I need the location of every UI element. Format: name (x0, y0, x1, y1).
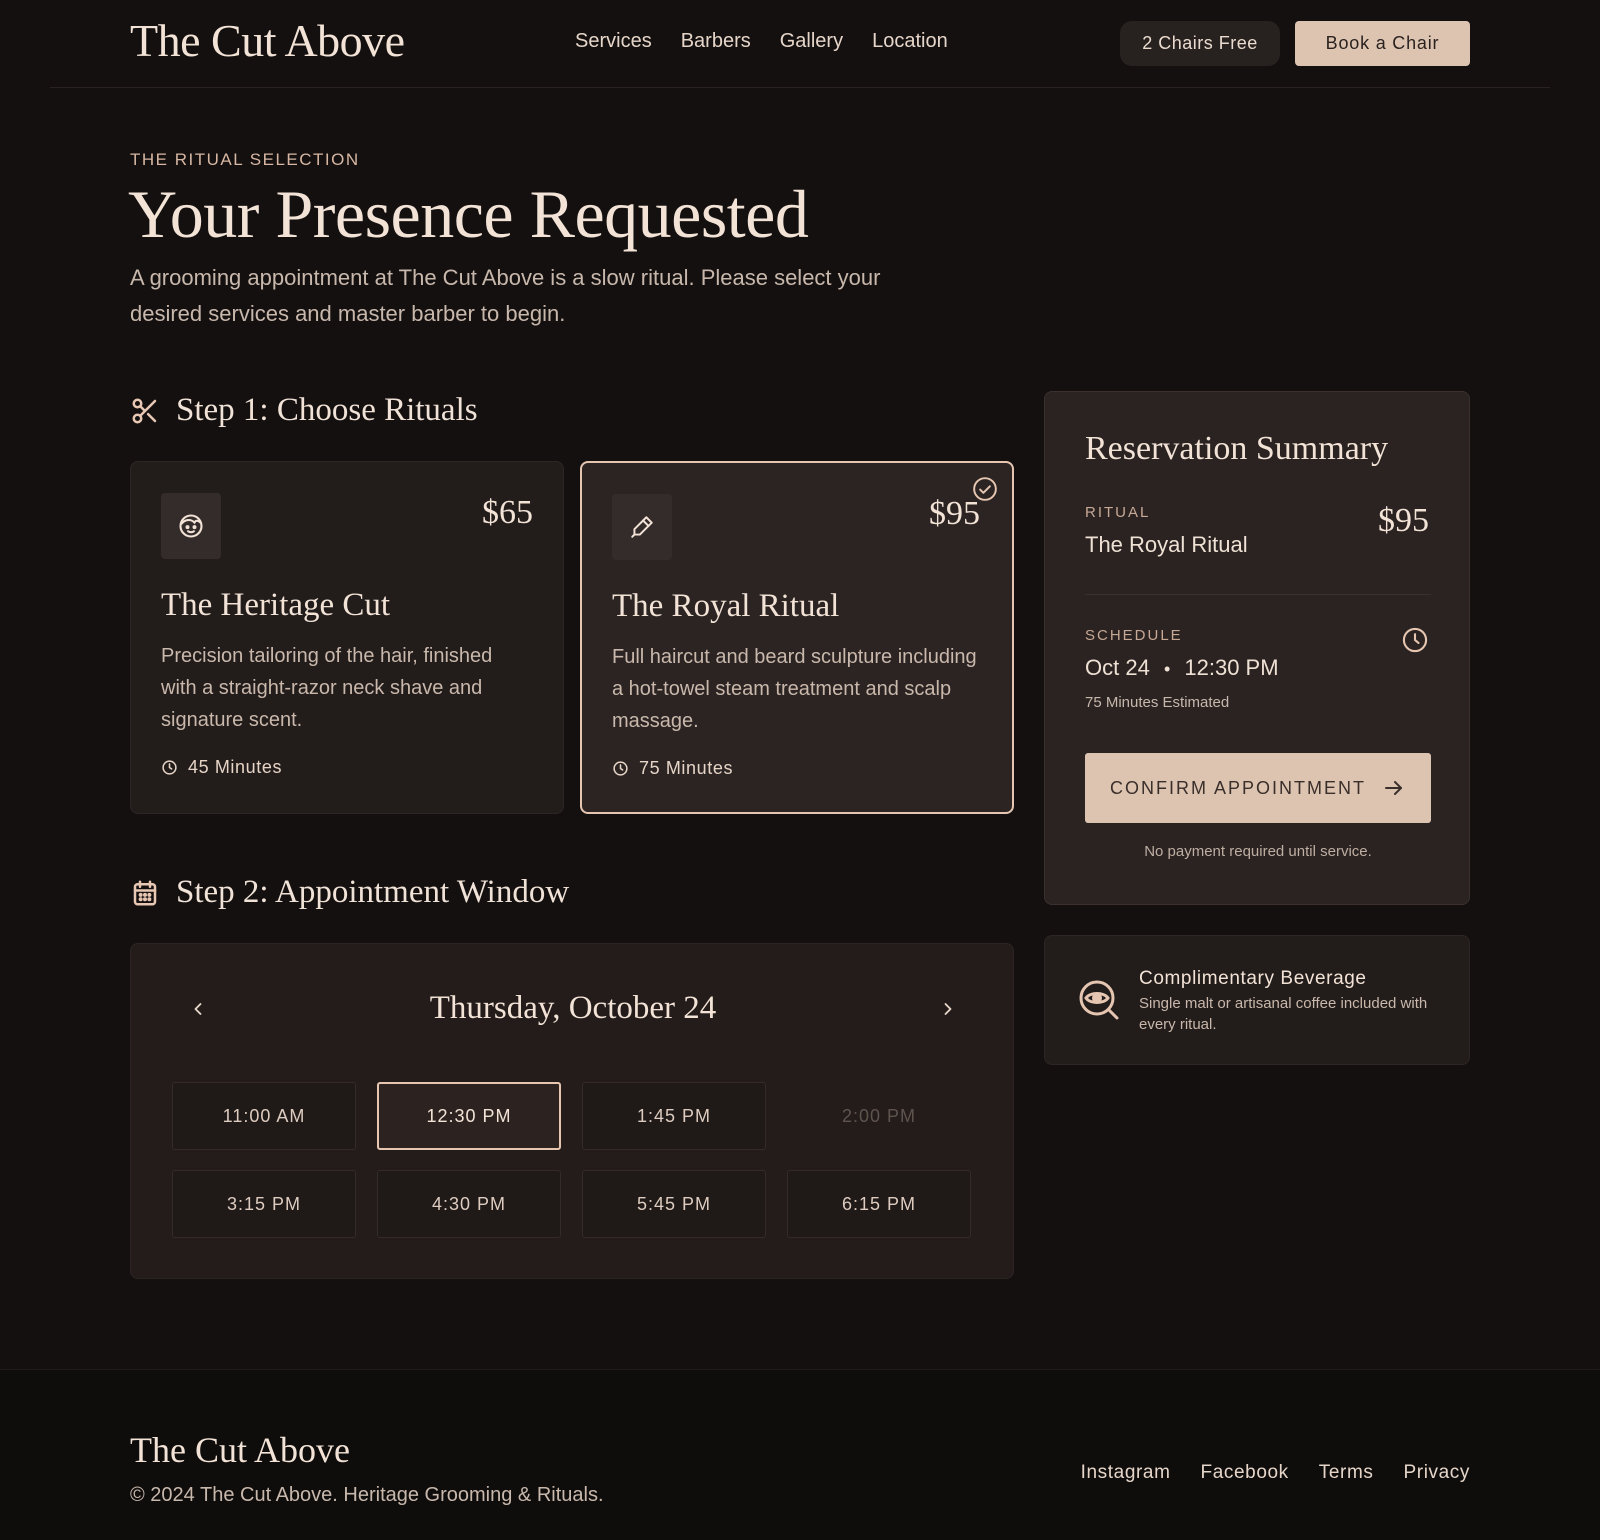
nav-barbers[interactable]: Barbers (681, 30, 751, 53)
time-slot[interactable]: 3:15 PM (172, 1170, 356, 1238)
footer-link-facebook[interactable]: Facebook (1201, 1462, 1289, 1484)
clock-icon (162, 760, 177, 775)
time-slot[interactable]: 1:45 PM (582, 1082, 766, 1150)
summary-price: $95 (1378, 502, 1429, 539)
site-footer: The Cut Above © 2024 The Cut Above. Heri… (0, 1369, 1600, 1540)
calendar-date: Thursday, October 24 (429, 990, 717, 1026)
razor-icon (612, 494, 672, 560)
next-day-button[interactable] (933, 994, 963, 1024)
ritual-duration: 45 Minutes (161, 757, 282, 778)
calendar-icon (130, 878, 160, 908)
beverage-title: Complimentary Beverage (1139, 968, 1367, 989)
step1-heading: Step 1: Choose Rituals (130, 392, 478, 429)
beverage-description: Single malt or artisanal coffee included… (1139, 995, 1428, 1033)
time-slot[interactable]: 6:15 PM (787, 1170, 971, 1238)
ritual-card-heritage[interactable]: $65 The Heritage Cut Precision tailoring… (130, 461, 564, 814)
hero-eyebrow: THE RITUAL SELECTION (130, 150, 360, 169)
step2-heading: Step 2: Appointment Window (130, 874, 569, 911)
payment-note: No payment required until service. (1144, 843, 1372, 860)
schedule-label: SCHEDULE (1085, 627, 1183, 644)
ritual-card-royal[interactable]: $95 The Royal Ritual Full haircut and be… (580, 461, 1014, 814)
ritual-description: Precision tailoring of the hair, finishe… (161, 645, 493, 731)
step1-title: Step 1: Choose Rituals (176, 392, 478, 428)
availability-badge: 2 Chairs Free (1120, 21, 1280, 66)
scissors-icon (130, 396, 160, 426)
duration-label: 75 Minutes (639, 758, 734, 778)
clock-icon (1401, 626, 1429, 654)
ritual-title: The Royal Ritual (612, 588, 840, 624)
book-chair-button[interactable]: Book a Chair (1295, 21, 1470, 66)
eye-search-icon (1077, 978, 1121, 1022)
ritual-label: RITUAL (1085, 504, 1151, 521)
footer-links: Instagram Facebook Terms Privacy (1081, 1462, 1470, 1484)
face-icon (161, 493, 221, 559)
footer-link-terms[interactable]: Terms (1319, 1462, 1374, 1484)
nav-gallery[interactable]: Gallery (780, 30, 843, 53)
nav-location[interactable]: Location (872, 30, 948, 53)
ritual-price: $65 (482, 494, 533, 531)
ritual-description: Full haircut and beard sculpture includi… (612, 646, 977, 732)
footer-link-instagram[interactable]: Instagram (1081, 1462, 1171, 1484)
header-divider (50, 87, 1550, 88)
ritual-value: The Royal Ritual (1085, 532, 1248, 557)
calendar-panel: Thursday, October 24 11:00 AM 12:30 PM 1… (130, 943, 1014, 1279)
time-slot-selected[interactable]: 12:30 PM (377, 1082, 561, 1150)
footer-logo: The Cut Above (130, 1430, 350, 1470)
nav-services[interactable]: Services (575, 30, 652, 53)
duration-label: 45 Minutes (188, 757, 283, 777)
duration-estimate: 75 Minutes Estimated (1085, 694, 1230, 711)
step2-title: Step 2: Appointment Window (176, 874, 570, 910)
footer-link-privacy[interactable]: Privacy (1404, 1462, 1471, 1484)
main-nav: Services Barbers Gallery Location (575, 30, 948, 53)
ritual-duration: 75 Minutes (612, 758, 733, 779)
clock-icon (613, 761, 628, 776)
reservation-summary: Reservation Summary RITUAL The Royal Rit… (1044, 391, 1470, 905)
bullet-separator: • (1163, 659, 1171, 679)
schedule-date: Oct 24 (1085, 655, 1150, 680)
footer-copyright: © 2024 The Cut Above. Heritage Grooming … (130, 1484, 604, 1506)
prev-day-button[interactable] (183, 994, 213, 1024)
time-slot[interactable]: 4:30 PM (377, 1170, 561, 1238)
site-logo[interactable]: The Cut Above (130, 14, 405, 67)
beverage-card: Complimentary Beverage Single malt or ar… (1044, 935, 1470, 1065)
time-slot[interactable]: 11:00 AM (172, 1082, 356, 1150)
ritual-title: The Heritage Cut (161, 587, 391, 623)
hero-subtitle: A grooming appointment at The Cut Above … (130, 265, 881, 326)
confirm-label: CONFIRM APPOINTMENT (1109, 777, 1366, 798)
summary-title: Reservation Summary (1085, 430, 1389, 467)
schedule-time: 12:30 PM (1184, 655, 1279, 680)
chevron-right-icon (944, 1003, 952, 1015)
confirm-appointment-button[interactable]: CONFIRM APPOINTMENT (1085, 753, 1431, 823)
schedule-value: Oct 24 • 12:30 PM (1085, 655, 1279, 681)
chevron-left-icon (194, 1003, 202, 1015)
time-slot[interactable]: 5:45 PM (582, 1170, 766, 1238)
page-title: Your Presence Requested (128, 176, 809, 252)
site-header: The Cut Above Services Barbers Gallery L… (0, 0, 1600, 88)
check-circle-icon (972, 476, 998, 502)
time-slot-unavailable: 2:00 PM (841, 1105, 917, 1126)
arrow-right-icon (1385, 781, 1402, 795)
summary-divider (1085, 594, 1431, 595)
